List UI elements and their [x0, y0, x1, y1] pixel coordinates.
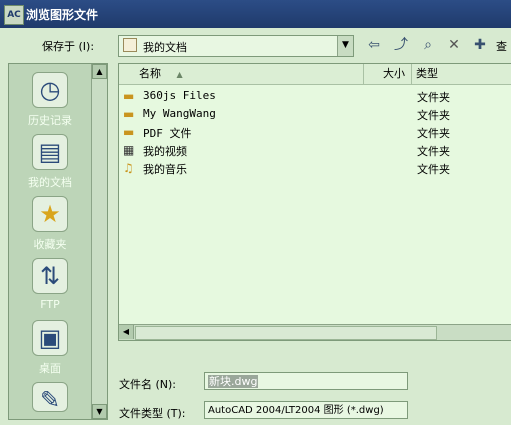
filename-field[interactable]: 新块.dwg	[204, 372, 408, 390]
file-name: 我的音乐	[143, 163, 187, 176]
file-list[interactable]: 名称 ▲ 大小 类型 ▬ 360js Files 文件夹 ▬ My WangWa…	[118, 63, 511, 341]
documents-icon	[123, 38, 137, 52]
file-name: 360js Files	[143, 89, 216, 102]
music-folder-icon: ♫	[123, 161, 134, 175]
video-folder-icon: ▦	[123, 143, 135, 157]
places-scrollbar[interactable]: ▲ ▼	[91, 64, 107, 419]
filename-label: 文件名 (N):	[119, 378, 177, 391]
place-label: 历史记录	[28, 114, 72, 127]
scroll-up-button[interactable]: ▲	[92, 64, 107, 79]
favorites-icon: ★	[32, 196, 68, 232]
views-button[interactable]: 查	[496, 38, 507, 54]
place-my-documents[interactable]: ▤ 我的文档	[9, 134, 91, 190]
place-ftp[interactable]: ⇅ FTP	[9, 258, 91, 311]
list-item[interactable]: ▬ My WangWang 文件夹	[123, 106, 503, 123]
column-size[interactable]: 大小	[364, 64, 412, 84]
file-list-scrollbar[interactable]: ◀	[119, 324, 511, 340]
up-folder-icon[interactable]: ⤴	[391, 35, 411, 55]
place-desktop[interactable]: ▣ 桌面	[9, 320, 91, 376]
filename-value: 新块.dwg	[208, 375, 259, 388]
place-more[interactable]: ✎	[9, 382, 91, 416]
folder-icon: ▬	[123, 125, 135, 139]
place-label: 收藏夹	[33, 238, 67, 251]
column-name[interactable]: 名称 ▲	[119, 64, 364, 84]
ftp-icon: ⇅	[32, 258, 68, 294]
list-item[interactable]: ▬ 360js Files 文件夹	[123, 88, 503, 105]
column-name-label: 名称	[139, 67, 161, 80]
file-type: 文件夹	[417, 109, 450, 122]
delete-icon[interactable]: ✕	[444, 35, 464, 55]
place-label: 桌面	[39, 362, 61, 375]
place-label: 我的文档	[28, 176, 72, 189]
file-type: 文件夹	[417, 127, 450, 140]
filetype-select[interactable]: AutoCAD 2004/LT2004 图形 (*.dwg)	[204, 401, 408, 419]
chevron-down-icon[interactable]: ▼	[337, 36, 353, 56]
folder-icon: ✎	[32, 382, 68, 414]
filetype-value: AutoCAD 2004/LT2004 图形 (*.dwg)	[208, 405, 384, 416]
scroll-thumb[interactable]	[135, 326, 437, 340]
filetype-label: 文件类型 (T):	[119, 407, 186, 420]
place-label: FTP	[40, 298, 60, 311]
places-bar: ◷ 历史记录 ▤ 我的文档 ★ 收藏夹 ⇅ FTP ▣ 桌面 ✎ ▲ ▼	[8, 63, 108, 420]
place-favorites[interactable]: ★ 收藏夹	[9, 196, 91, 252]
file-name: 我的视频	[143, 145, 187, 158]
history-icon: ◷	[32, 72, 68, 108]
new-folder-icon[interactable]: ✚	[470, 35, 490, 55]
sort-ascending-icon: ▲	[176, 70, 183, 79]
window-title: 浏览图形文件	[26, 8, 99, 22]
scroll-down-button[interactable]: ▼	[92, 404, 107, 419]
file-name: PDF 文件	[143, 127, 192, 140]
back-arrow-icon[interactable]: ⇦	[364, 35, 384, 55]
documents-icon: ▤	[32, 134, 68, 170]
folder-icon: ▬	[123, 89, 135, 103]
column-type[interactable]: 类型	[412, 64, 511, 84]
save-in-label: 保存于 (I):	[42, 40, 95, 53]
title-bar: AC 浏览图形文件	[0, 0, 511, 28]
file-type: 文件夹	[417, 163, 450, 176]
list-item[interactable]: ♫ 我的音乐 文件夹	[123, 160, 503, 177]
folder-icon: ▬	[123, 107, 135, 121]
file-type: 文件夹	[417, 91, 450, 104]
list-item[interactable]: ▬ PDF 文件 文件夹	[123, 124, 503, 141]
column-header: 名称 ▲ 大小 类型	[119, 64, 511, 85]
scroll-left-button[interactable]: ◀	[119, 325, 134, 339]
desktop-icon: ▣	[32, 320, 68, 356]
list-item[interactable]: ▦ 我的视频 文件夹	[123, 142, 503, 159]
app-icon: AC	[4, 5, 24, 25]
search-icon[interactable]: ⌕	[418, 35, 438, 55]
place-history[interactable]: ◷ 历史记录	[9, 72, 91, 128]
save-in-value: 我的文档	[143, 41, 187, 54]
save-in-dropdown[interactable]: 我的文档 ▼	[118, 35, 354, 57]
file-type: 文件夹	[417, 145, 450, 158]
file-name: My WangWang	[143, 107, 216, 120]
